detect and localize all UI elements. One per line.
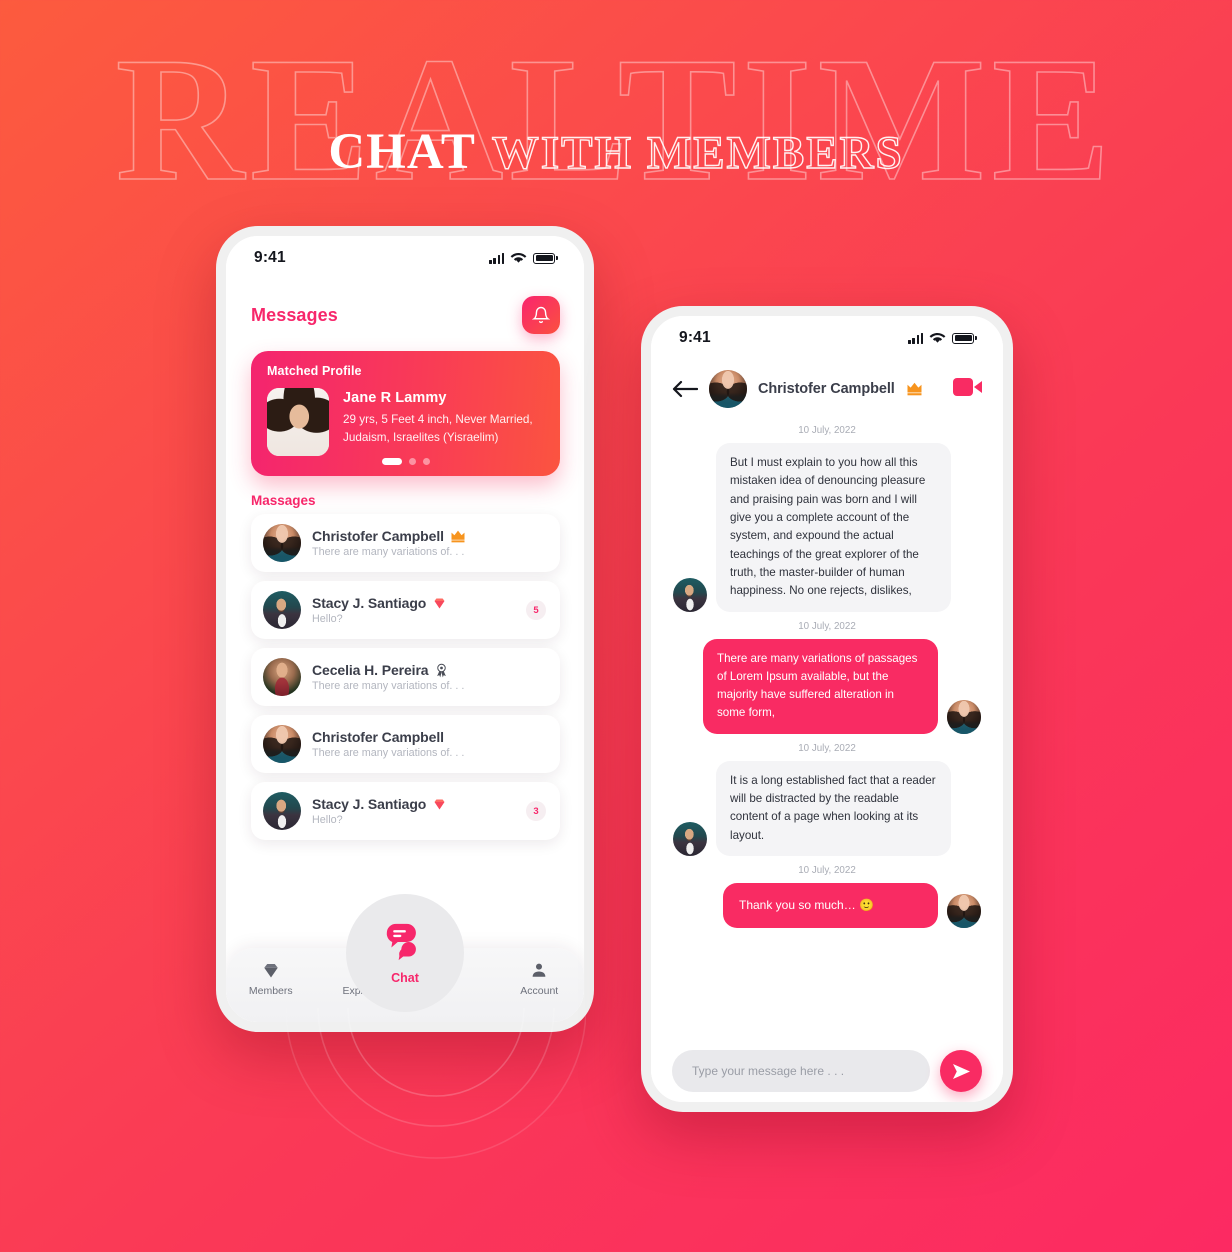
carousel-pager[interactable] <box>251 458 560 465</box>
decorative-rings <box>286 1008 586 1159</box>
conversation-name: Stacy J. Santiago <box>312 595 427 611</box>
message-bubble[interactable]: But I must explain to you how all this m… <box>716 443 951 612</box>
message-row-incoming: But I must explain to you how all this m… <box>673 443 981 612</box>
avatar <box>673 822 707 856</box>
chat-partner-name: Christofer Campbell <box>758 381 895 397</box>
avatar <box>673 577 707 612</box>
diamond-icon <box>264 964 278 978</box>
sidebar-item-account[interactable]: Account <box>502 961 576 997</box>
avatar <box>263 524 301 562</box>
conversation-name: Cecelia H. Pereira <box>312 662 429 678</box>
message-date: 10 July, 2022 <box>798 425 856 436</box>
message-date: 10 July, 2022 <box>798 865 856 876</box>
battery-icon <box>952 332 977 344</box>
nav-label-members: Members <box>248 985 293 997</box>
video-call-button[interactable] <box>953 377 983 402</box>
status-time: 9:41 <box>679 329 711 346</box>
hero-outline-word: REALTIME <box>115 20 1117 215</box>
back-button[interactable] <box>672 378 698 400</box>
conversation-snippet: There are many variations of. . . <box>312 680 465 692</box>
avatar <box>947 893 981 928</box>
conversation-name: Stacy J. Santiago <box>312 796 427 812</box>
pager-dot-active[interactable] <box>381 458 402 465</box>
message-composer <box>651 1050 1003 1092</box>
avatar <box>263 792 301 830</box>
hero-title-solid: CHAT <box>328 124 476 180</box>
conversation-list: Christofer Campbell There are many varia… <box>226 514 584 840</box>
avatar <box>263 591 301 629</box>
crown-icon <box>451 530 465 542</box>
message-bubble[interactable]: There are many variations of passages of… <box>703 638 938 734</box>
phone-messages-screen: 9:41 Messages Matched Profile Jane R Lam… <box>216 226 594 1032</box>
chat-header: Christofer Campbell <box>651 360 1003 408</box>
back-arrow-icon <box>672 380 698 398</box>
conversation-name: Christofer Campbell <box>312 528 444 544</box>
message-bubble[interactable]: It is a long established fact that a rea… <box>716 760 951 856</box>
wifi-icon <box>511 253 527 263</box>
hero-banner: REALTIME CHAT WITH MEMBERS <box>0 0 1232 215</box>
status-bar: 9:41 <box>226 236 584 280</box>
message-date: 10 July, 2022 <box>798 742 856 754</box>
message-row-outgoing: Thank you so much… 🙂 <box>673 883 981 928</box>
messages-header: Messages <box>226 280 584 334</box>
list-item[interactable]: Stacy J. Santiago Hello? 3 <box>251 782 560 840</box>
conversation-list-label: Massages <box>251 493 316 508</box>
sidebar-item-members[interactable]: Members <box>234 961 308 997</box>
crown-icon <box>907 382 922 396</box>
status-time: 9:41 <box>254 249 286 266</box>
pager-dot[interactable] <box>408 458 416 465</box>
list-item[interactable]: Christofer Campbell There are many varia… <box>251 715 560 773</box>
list-item[interactable]: Stacy J. Santiago Hello? 5 <box>251 581 560 639</box>
message-bubble[interactable]: Thank you so much… 🙂 <box>723 883 938 928</box>
unread-badge: 3 <box>526 801 546 821</box>
avatar <box>263 658 301 696</box>
pager-dot[interactable] <box>422 458 430 465</box>
hero-title: CHAT WITH MEMBERS <box>328 123 903 181</box>
tab-chat[interactable]: Chat <box>346 894 464 1012</box>
matched-profile-details: 29 yrs, 5 Feet 4 inch, Never Married, Ju… <box>343 413 533 445</box>
status-bar: 9:41 <box>651 316 1003 360</box>
matched-profile-photo <box>267 388 329 456</box>
wifi-icon <box>930 333 946 343</box>
unread-badge: 5 <box>526 600 546 620</box>
cellular-signal-icon <box>907 332 924 344</box>
video-camera-icon <box>953 377 982 396</box>
conversation-snippet: Hello? <box>312 613 343 625</box>
cellular-signal-icon <box>488 252 505 264</box>
avatar[interactable] <box>709 370 747 408</box>
page-title: Messages <box>251 304 338 325</box>
nav-label-account: Account <box>520 985 559 997</box>
conversation-snippet: Hello? <box>312 814 343 826</box>
matched-profile-name: Jane R Lammy <box>343 390 447 406</box>
avatar <box>263 725 301 763</box>
list-item[interactable]: Christofer Campbell There are many varia… <box>251 514 560 572</box>
list-item[interactable]: Cecelia H. Pereira There are many variat… <box>251 648 560 706</box>
award-ribbon-icon <box>436 663 446 677</box>
bell-icon <box>532 306 550 324</box>
matched-profile-card[interactable]: Matched Profile Jane R Lammy 29 yrs, 5 F… <box>251 351 560 476</box>
notification-button[interactable] <box>522 296 560 334</box>
conversation-snippet: There are many variations of. . . <box>312 546 465 558</box>
nav-label-chat: Chat <box>391 970 419 985</box>
matched-profile-label: Matched Profile <box>267 364 362 378</box>
message-row-incoming: It is a long established fact that a rea… <box>673 760 981 856</box>
send-button[interactable] <box>940 1050 982 1092</box>
conversation-snippet: There are many variations of. . . <box>312 747 465 759</box>
send-paper-plane-icon <box>952 1063 970 1079</box>
gem-icon <box>434 598 445 608</box>
message-row-outgoing: There are many variations of passages of… <box>673 638 981 734</box>
battery-icon <box>533 252 558 264</box>
conversation-name: Christofer Campbell <box>312 729 444 745</box>
message-input[interactable] <box>672 1050 930 1092</box>
avatar <box>947 699 981 734</box>
chat-bubbles-icon <box>386 923 416 960</box>
hero-title-hollow: WITH MEMBERS <box>491 126 904 179</box>
person-icon <box>532 963 546 977</box>
gem-icon <box>434 799 445 809</box>
message-thread: 10 July, 2022 But I must explain to you … <box>651 408 1003 928</box>
message-date: 10 July, 2022 <box>798 620 856 632</box>
phone-chat-screen: 9:41 Christofer Campbell 10 July, 2022 B… <box>641 306 1013 1112</box>
